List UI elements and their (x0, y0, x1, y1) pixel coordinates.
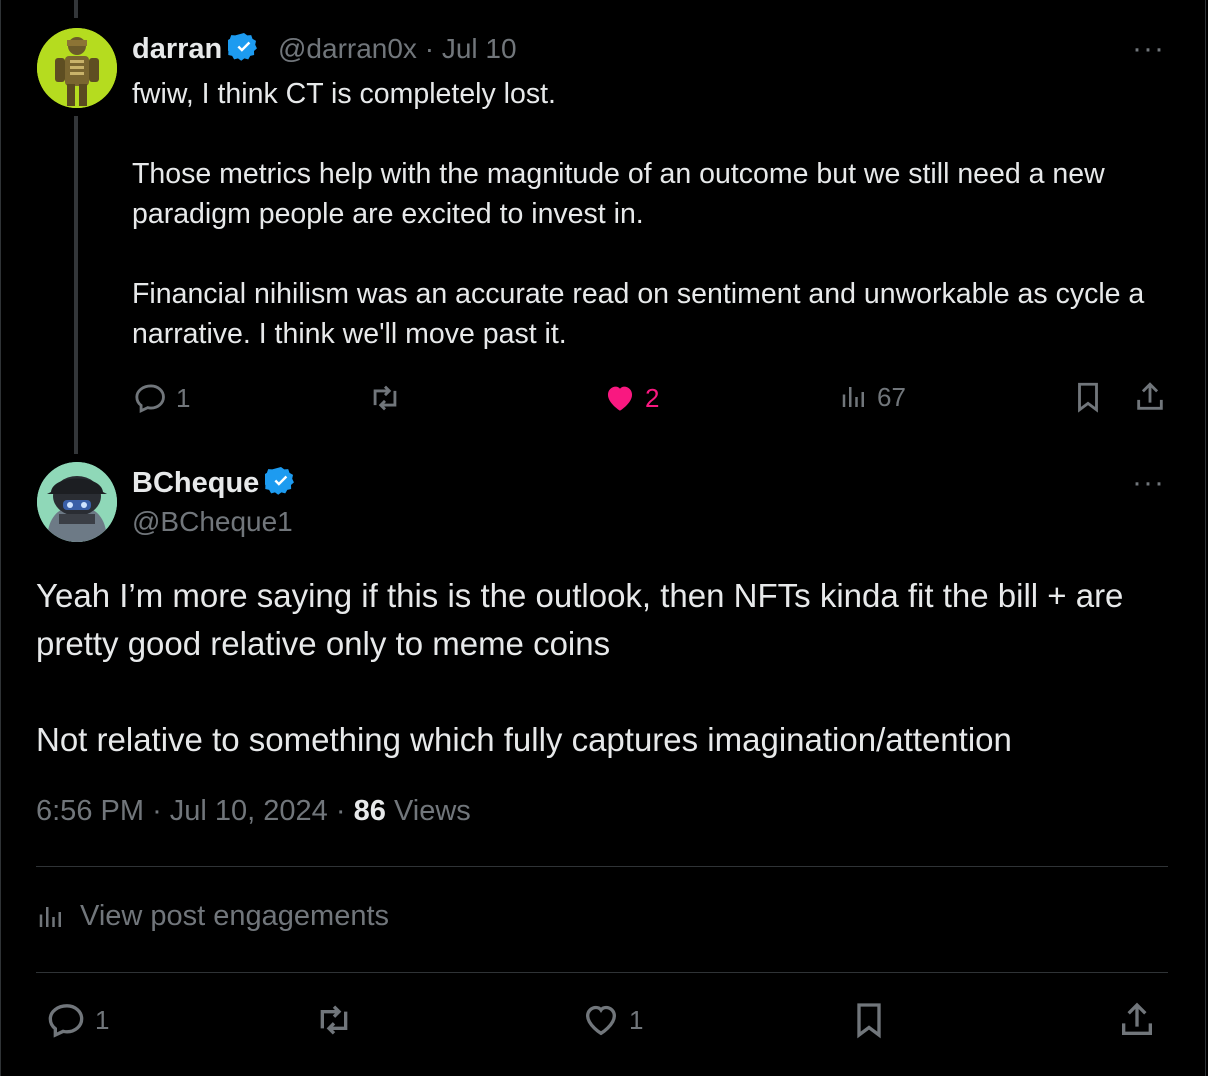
view-engagements-label[interactable]: View post engagements (80, 900, 389, 933)
verified-badge-icon (265, 465, 297, 497)
avatar[interactable] (37, 462, 117, 542)
share-icon (1137, 382, 1163, 410)
like-button[interactable]: 1 (581, 1000, 643, 1040)
separator-dot: · (424, 33, 435, 64)
author-name[interactable]: BCheque (132, 465, 297, 500)
views-count: 86 (353, 795, 386, 827)
author-name-text[interactable]: darran (132, 33, 222, 65)
view-engagements-link[interactable]: View post engagements (36, 900, 389, 933)
like-count: 2 (645, 382, 660, 413)
bookmark-icon (1078, 382, 1098, 413)
share-button[interactable] (1133, 380, 1167, 414)
divider (36, 972, 1168, 973)
heart-icon (585, 1005, 617, 1036)
repost-icon (320, 1005, 348, 1035)
divider (36, 866, 1168, 867)
reply-count: 1 (95, 1004, 110, 1035)
author-name-text[interactable]: BCheque (132, 467, 259, 499)
post-text: Yeah I’m more saying if this is the outl… (36, 577, 1124, 758)
bookmark-button[interactable] (849, 1000, 889, 1040)
avatar[interactable] (37, 28, 117, 108)
post-meta: 6:56 PM · Jul 10, 2024 · 86 Views (36, 795, 471, 828)
bookmark-icon (857, 1003, 881, 1039)
like-button[interactable]: 2 (603, 381, 659, 415)
more-options-icon[interactable]: ··· (1132, 34, 1165, 64)
repost-button[interactable] (367, 381, 411, 415)
reply-button[interactable]: 1 (47, 1000, 109, 1040)
post-date[interactable]: Jul 10, 2024 (170, 795, 328, 827)
post-date[interactable]: Jul 10 (442, 33, 517, 64)
reply-button[interactable]: 1 (134, 381, 190, 415)
views-button[interactable]: 67 (839, 381, 906, 413)
author-name[interactable]: darran (132, 31, 260, 66)
share-icon (1122, 1002, 1152, 1035)
repost-button[interactable] (312, 1000, 364, 1040)
reply-icon (48, 1004, 84, 1038)
author-handle[interactable]: @darran0x (278, 33, 417, 64)
post-time[interactable]: 6:56 PM (36, 795, 144, 827)
separator-dot: · (335, 795, 346, 827)
conversation-panel: darran @darran0x · Jul 10 ··· fwiw, I th… (0, 0, 1206, 1076)
like-count: 1 (629, 1004, 644, 1035)
share-button[interactable] (1117, 1000, 1157, 1040)
reply-icon (135, 384, 165, 413)
post-text: fwiw, I think CT is completely lost. Tho… (132, 78, 1145, 350)
verified-badge-icon (228, 31, 260, 63)
reply-count: 1 (176, 382, 191, 413)
more-options-icon[interactable]: ··· (1132, 468, 1165, 498)
bookmark-button[interactable] (1071, 380, 1105, 414)
heart-filled-icon (607, 386, 633, 411)
thread-line (74, 116, 78, 454)
author-handle-date: @darran0x · Jul 10 (278, 33, 517, 65)
view-count: 67 (877, 381, 906, 412)
repost-icon (373, 385, 397, 411)
thread-line-top (74, 0, 78, 18)
analytics-icon (842, 387, 864, 407)
hooded-character-avatar-icon (37, 462, 117, 542)
views-label: Views (393, 795, 471, 827)
analytics-icon (39, 906, 61, 927)
separator-dot: · (152, 795, 162, 827)
skeleton-knight-avatar-icon (37, 28, 117, 108)
author-handle[interactable]: @BCheque1 (132, 506, 293, 538)
